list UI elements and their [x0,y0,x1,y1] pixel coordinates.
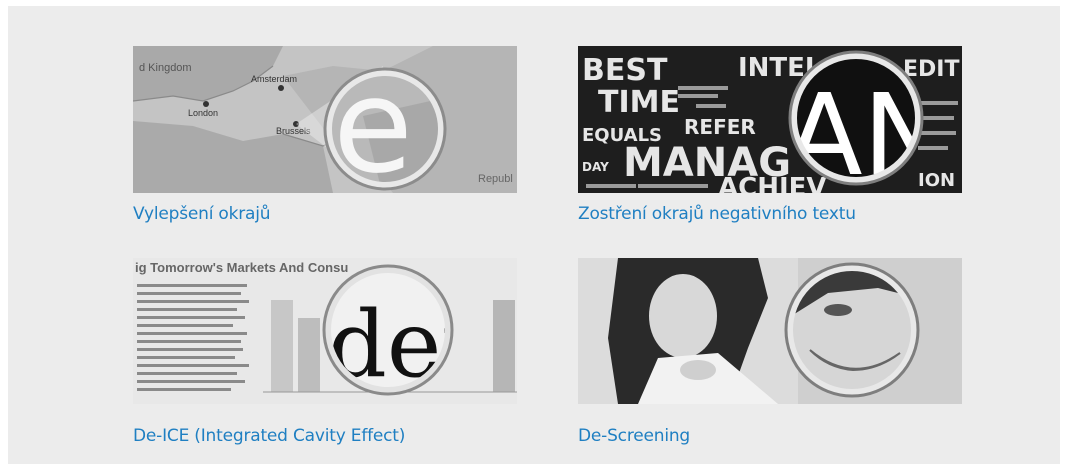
word-time: TIME [598,85,680,120]
caption-edge-enhancement: Vylepšení okrajů [133,204,271,224]
caption-de-ice: De-ICE (Integrated Cavity Effect) [133,426,406,446]
map-label-republic: Republ [478,173,513,185]
word-refer: REFER [684,115,756,139]
caption-negative-text: Zostření okrajů negativního textu [578,204,856,224]
word-best: BEST [582,53,668,88]
wordcloud-image: BEST INTEL EDIT TIME EQUALS REFER MANAG … [578,46,962,193]
word-ion: ION [918,170,955,191]
document-image: ig Tomorrow's Markets And Consu dei [133,258,517,404]
map-label-london: London [188,108,218,118]
document-headline: ig Tomorrow's Markets And Consu [135,260,348,275]
map-image: d Kingdom Amsterdam London Brussels Repu… [133,46,517,193]
word-achiev: ACHIEV [718,173,827,193]
map-label-amsterdam: Amsterdam [251,74,297,84]
word-day: DAY [582,160,609,174]
map-label-kingdom: d Kingdom [139,62,192,74]
magnifier-lens [784,262,920,398]
word-edit: EDIT [903,57,959,82]
portrait-image [578,258,962,404]
caption-de-screening: De-Screening [578,426,691,446]
feature-panel: d Kingdom Amsterdam London Brussels Repu… [8,6,1060,464]
